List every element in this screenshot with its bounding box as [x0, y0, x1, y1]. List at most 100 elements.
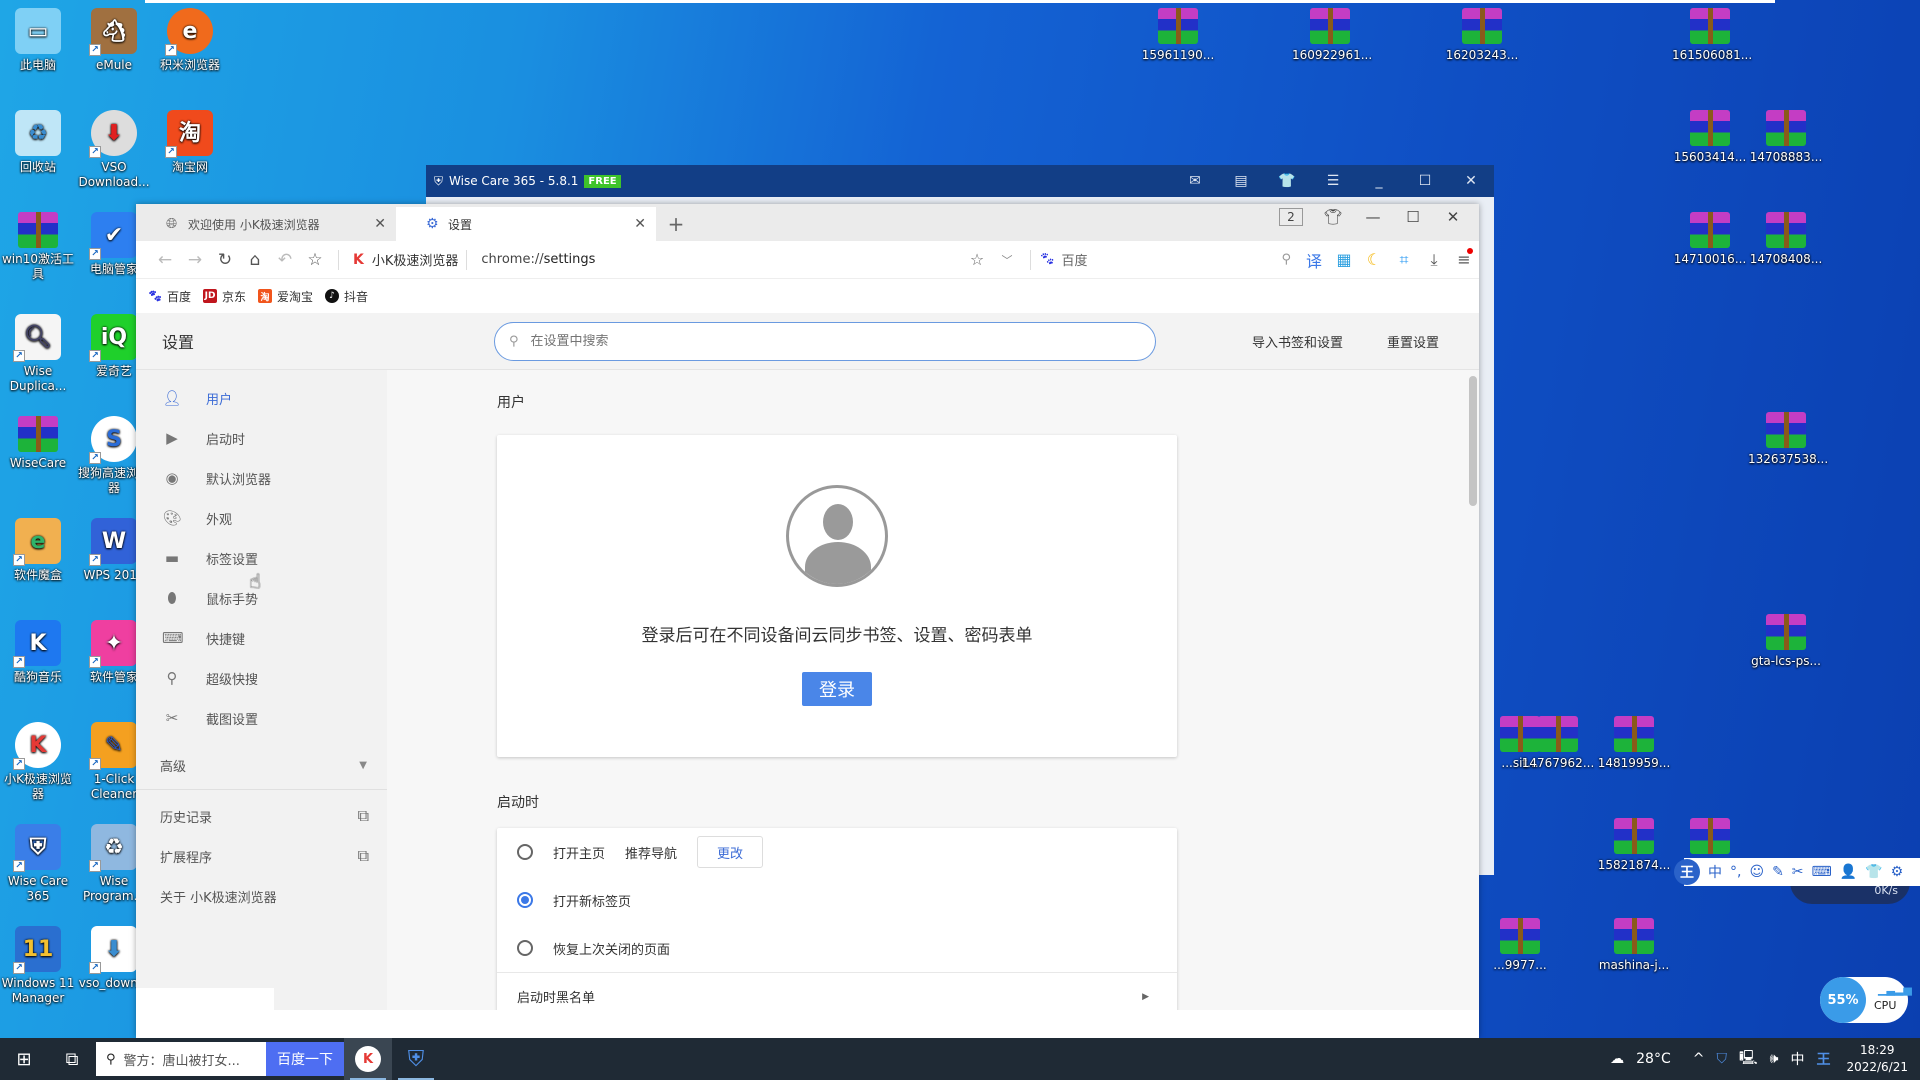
startup-option-restore[interactable]: 恢复上次关闭的页面 — [497, 924, 1177, 972]
desktop-icon[interactable]: K ↗ 小K极速浏览器 — [0, 722, 76, 802]
sidebar-item[interactable]: 👤︎ 用户 — [136, 378, 387, 418]
night-mode-icon[interactable]: ☾ — [1359, 250, 1389, 269]
startup-option-newtab[interactable]: 打开新标签页 — [497, 876, 1177, 924]
skin-icon[interactable]: 👕 — [1865, 864, 1882, 880]
advanced-toggle[interactable]: 高级 ▼ — [136, 742, 387, 790]
main-menu-icon[interactable]: ≡ — [1449, 248, 1479, 269]
desktop-icon[interactable]: ▭ 此电脑 — [0, 8, 76, 73]
forward-icon[interactable]: → — [180, 250, 210, 270]
desktop-archive-icon[interactable]: 14708408... — [1748, 212, 1824, 267]
new-tab-button[interactable]: + — [656, 207, 696, 241]
tab-welcome[interactable]: 🌐︎ 欢迎使用 小K极速浏览器 ✕ — [136, 207, 396, 241]
ime-mode-indicator[interactable]: 中 — [1790, 1049, 1804, 1069]
menu-icon[interactable]: ☰ — [1310, 173, 1356, 189]
history-link[interactable]: 历史记录 ⧉ — [136, 796, 387, 836]
desktop-archive-icon[interactable]: 14710016... — [1672, 212, 1748, 267]
desktop-icon[interactable]: ♻ 回收站 — [0, 110, 76, 175]
startup-option-homepage[interactable]: 打开主页 推荐导航 更改 — [497, 828, 1177, 876]
pc-manager-tray-icon[interactable]: ⛉ — [1716, 1051, 1727, 1067]
tab-count-button[interactable]: 2 — [1279, 208, 1303, 226]
translate-icon[interactable]: 译 — [1299, 248, 1329, 272]
gear-icon[interactable]: ⚙ — [1891, 864, 1904, 880]
sidebar-item[interactable]: ▬ 标签设置 — [136, 538, 387, 578]
bookmark-aitaobao[interactable]: 淘爱淘宝 — [258, 288, 313, 305]
radio-button[interactable] — [517, 940, 533, 956]
taskbar-search[interactable]: ⚲ 警方：唐山被打女... — [96, 1042, 266, 1076]
startup-blacklist-row[interactable]: 启动时黑名单 ▶ — [497, 972, 1177, 1010]
taskbar-app-wise-care[interactable]: ⛨ — [392, 1038, 440, 1080]
desktop-archive-icon[interactable]: mashina-j... — [1596, 918, 1672, 973]
task-view-button[interactable]: ⧉ — [48, 1038, 96, 1080]
ime-chinese-mode[interactable]: 中 — [1708, 862, 1722, 882]
weather-temp[interactable]: 28°C — [1636, 1051, 1671, 1067]
settings-search[interactable]: ⚲ — [494, 321, 1156, 361]
desktop-archive-icon[interactable]: 14819959... — [1596, 716, 1672, 771]
desktop-archive-icon[interactable] — [1672, 818, 1748, 858]
user-icon[interactable]: 👤 — [1840, 864, 1857, 880]
back-icon[interactable]: ← — [150, 250, 180, 270]
volume-icon[interactable]: 🕪︎ — [1770, 1051, 1779, 1067]
bookmark-jd[interactable]: JD 京东 — [203, 288, 246, 305]
desktop-icon[interactable]: 🐴︎ ↗ eMule — [76, 8, 152, 73]
about-link[interactable]: 关于 小K极速浏览器 — [136, 876, 387, 916]
login-button[interactable]: 登录 — [802, 672, 872, 706]
network-icon[interactable]: 🖳︎ — [1739, 1047, 1758, 1071]
scissors-icon[interactable]: ✂ — [1792, 864, 1804, 880]
taskbar-app-xiaok-browser[interactable]: K — [344, 1038, 392, 1080]
feedback-icon[interactable]: ▤ — [1218, 173, 1264, 189]
apps-icon[interactable]: ▦ — [1329, 250, 1359, 269]
home-icon[interactable]: ⌂ — [240, 250, 270, 270]
sidebar-item[interactable]: 🎨︎ 外观 — [136, 498, 387, 538]
sidebar-item[interactable]: ◉ 默认浏览器 — [136, 458, 387, 498]
desktop-archive-icon[interactable]: 161506081... — [1672, 8, 1752, 63]
undo-close-icon[interactable]: ↶ — [270, 250, 300, 270]
minimize-button[interactable]: _ — [1356, 173, 1402, 189]
radio-button-selected[interactable] — [517, 892, 533, 908]
close-tab-icon[interactable]: ✕ — [634, 216, 646, 232]
desktop-icon[interactable]: e ↗ 软件魔盒 — [0, 518, 76, 583]
maximize-button[interactable]: ☐ — [1402, 173, 1448, 189]
baidu-search-button[interactable]: 百度一下 — [266, 1042, 344, 1076]
import-bookmarks-link[interactable]: 导入书签和设置 — [1252, 332, 1343, 351]
url-input[interactable]: chrome://settings — [481, 252, 595, 267]
reset-settings-link[interactable]: 重置设置 — [1387, 332, 1439, 351]
bookmark-douyin[interactable]: ♪ 抖音 — [325, 288, 368, 305]
sidebar-item[interactable]: ⬮ 鼠标手势 — [136, 578, 387, 618]
punctuation-icon[interactable]: °, — [1730, 864, 1741, 880]
skin-icon[interactable]: 👕︎ — [1313, 208, 1353, 226]
handwriting-icon[interactable]: ✎ — [1772, 864, 1784, 880]
sidebar-item[interactable]: ⌨ 快捷键 — [136, 618, 387, 658]
maximize-button[interactable]: ☐ — [1393, 208, 1433, 226]
desktop-archive-icon[interactable]: 14767962... — [1520, 716, 1596, 771]
weather-icon[interactable]: ☁ — [1610, 1051, 1624, 1067]
sidebar-item[interactable]: ✂ 截图设置 — [136, 698, 387, 738]
scrollbar[interactable] — [1469, 376, 1477, 506]
favorite-star-icon[interactable]: ☆ — [962, 250, 992, 269]
desktop-icon[interactable]: e ↗ 积米浏览器 — [152, 8, 228, 73]
close-tab-icon[interactable]: ✕ — [374, 216, 386, 232]
radio-button[interactable] — [517, 844, 533, 860]
reload-icon[interactable]: ↻ — [210, 250, 240, 270]
search-icon[interactable]: ⚲ — [1281, 252, 1291, 267]
desktop-archive-icon[interactable]: ...9977... — [1482, 918, 1558, 973]
desktop-icon[interactable]: win10激活工具 — [0, 212, 76, 282]
desktop-archive-icon[interactable]: 15961190... — [1140, 8, 1216, 63]
sidebar-item[interactable]: ⚲ 超级快搜 — [136, 658, 387, 698]
bookmark-baidu[interactable]: 🐾︎ 百度 — [147, 288, 191, 305]
keyboard-icon[interactable]: ⌨ — [1812, 864, 1832, 880]
skin-icon[interactable]: 👕 — [1264, 173, 1310, 189]
desktop-icon[interactable]: 淘 ↗ 淘宝网 — [152, 110, 228, 175]
desktop-icon[interactable]: WiseCare — [0, 416, 76, 471]
extensions-link[interactable]: 扩展程序 ⧉ — [136, 836, 387, 876]
wise-care-titlebar[interactable]: ⛨ Wise Care 365 - 5.8.1 FREE ✉ ▤ 👕 ☰ _ ☐… — [426, 165, 1494, 197]
screenshot-crop-icon[interactable]: ⌗ — [1389, 250, 1419, 270]
search-engine-box[interactable]: 🐾︎ 百度 ⚲ — [1039, 250, 1299, 269]
desktop-archive-icon[interactable]: 160922961... — [1292, 8, 1372, 63]
desktop-icon[interactable]: ⛨ ↗ Wise Care 365 — [0, 824, 76, 904]
show-hidden-icons-chevron[interactable]: ^ — [1693, 1051, 1705, 1067]
tab-settings[interactable]: ⚙ 设置 ✕ — [396, 207, 656, 241]
desktop-archive-icon[interactable]: 15603414... — [1672, 110, 1748, 165]
close-button[interactable]: ✕ — [1448, 173, 1494, 189]
emoji-icon[interactable]: ☺ — [1749, 864, 1764, 880]
change-homepage-button[interactable]: 更改 — [697, 836, 764, 868]
